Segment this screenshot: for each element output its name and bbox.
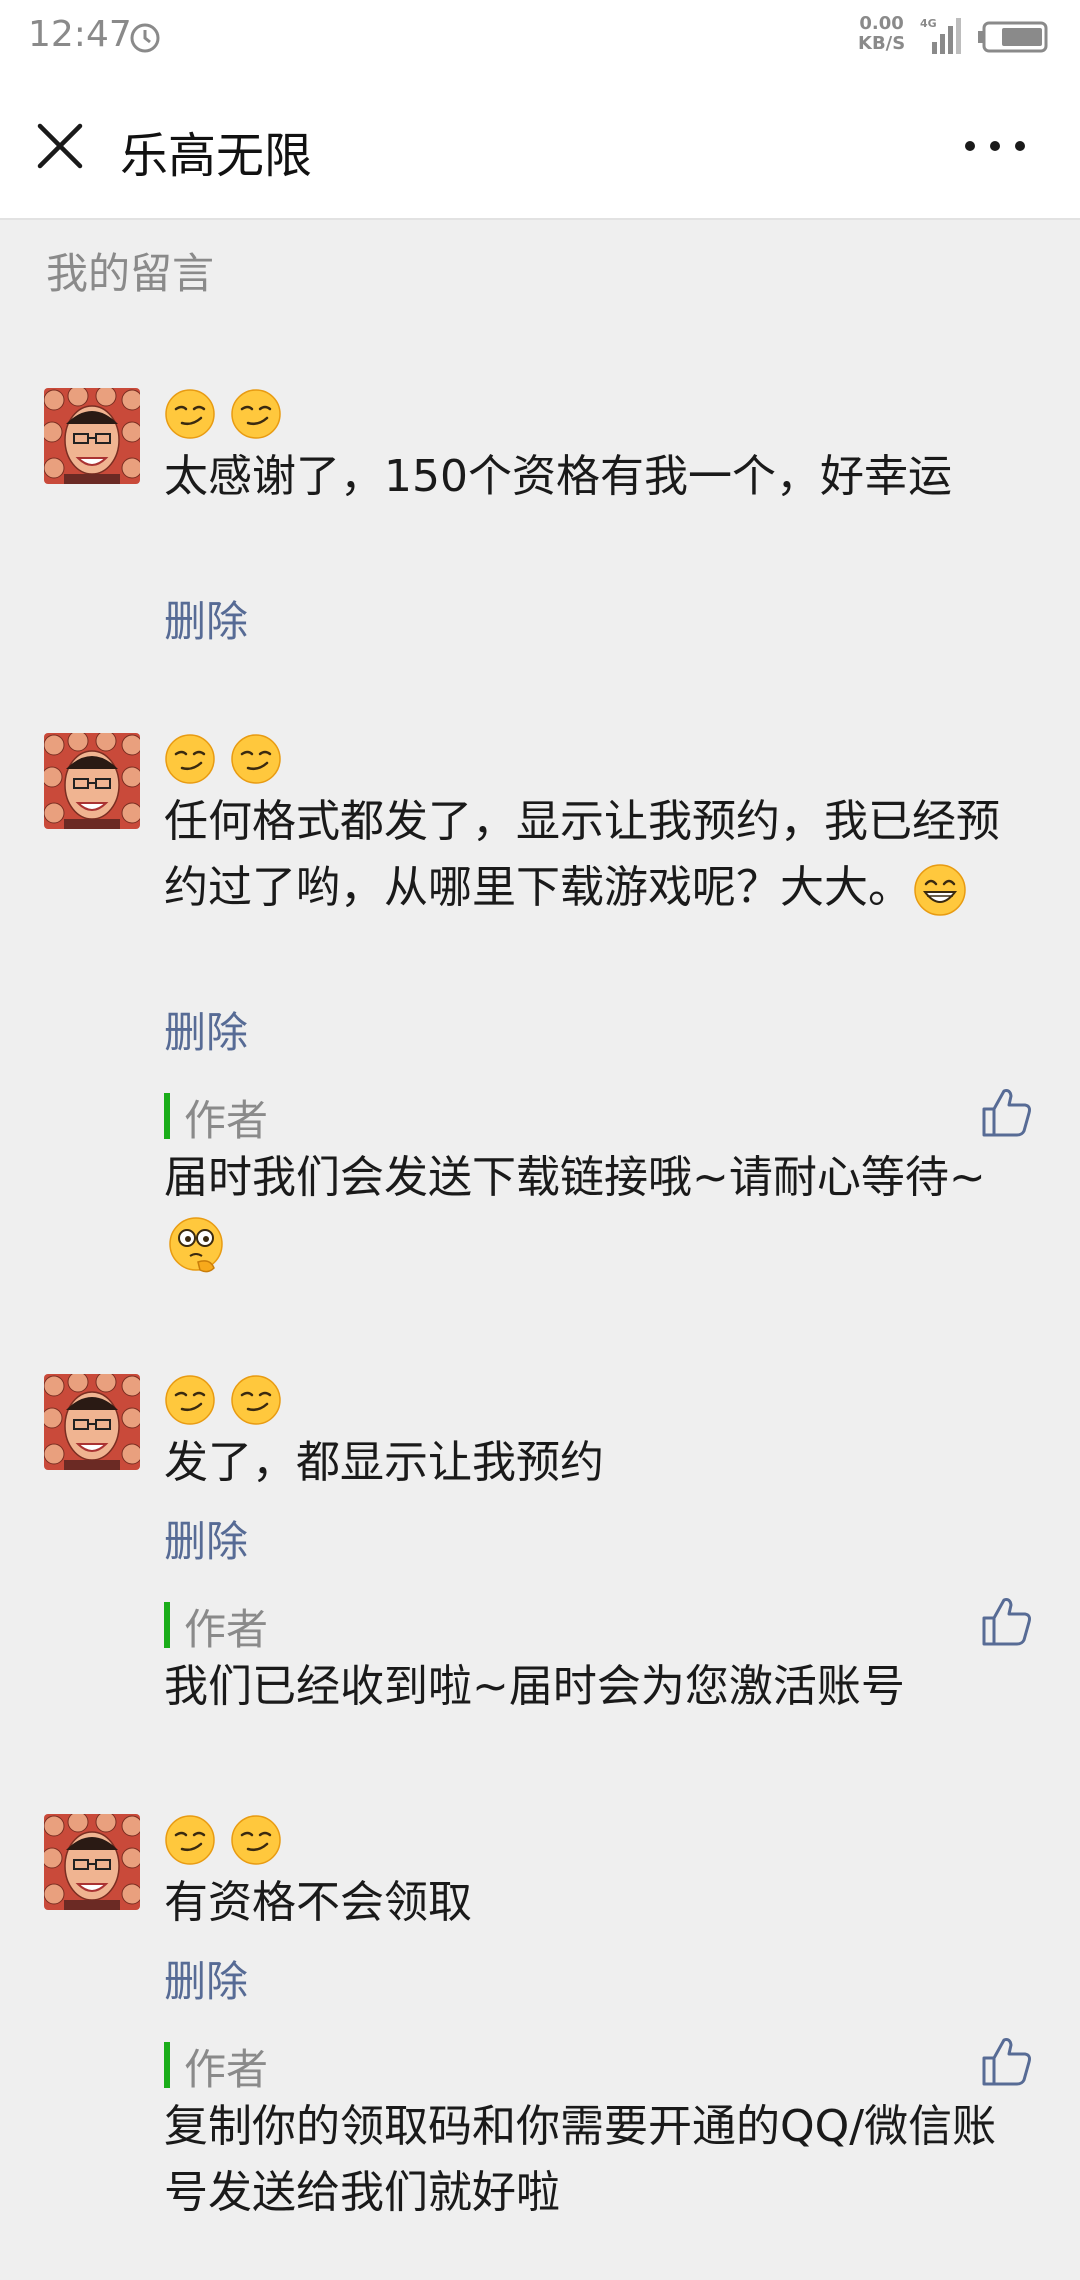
- thumb-up-icon[interactable]: [980, 1594, 1034, 1648]
- close-icon[interactable]: [30, 116, 90, 176]
- comment-text: 任何格式都发了，显示让我预约，我已经预约过了哟，从哪里下载游戏呢？大大。: [164, 789, 1024, 921]
- author-indicator-bar: [164, 2042, 170, 2088]
- emoji-row: [164, 1814, 296, 1870]
- delete-link[interactable]: 删除: [164, 1948, 248, 2009]
- author-indicator-bar: [164, 1093, 170, 1139]
- delete-link[interactable]: 删除: [164, 588, 248, 649]
- smirk-emoji-icon: [230, 1374, 282, 1426]
- comment-text-body: 任何格式都发了，显示让我预约，我已经预约过了哟，从哪里下载游戏呢？大大。: [164, 796, 1000, 913]
- smirk-emoji-icon: [230, 733, 282, 785]
- thumb-up-icon[interactable]: [980, 2034, 1034, 2088]
- alarm-icon: [130, 23, 160, 53]
- status-time: 12:47: [28, 14, 132, 55]
- avatar: [44, 1374, 140, 1470]
- author-reply-body: 届时我们会发送下载链接哦~请耐心等待~: [164, 1152, 986, 1203]
- comment-text: 有资格不会领取: [164, 1877, 472, 1928]
- title-bar: 乐高无限: [0, 76, 1080, 220]
- author-reply-text: 届时我们会发送下载链接哦~请耐心等待~: [164, 1145, 1024, 1278]
- author-reply-text: 复制你的领取码和你需要开通的QQ/微信账号发送给我们就好啦: [164, 2101, 997, 2218]
- author-reply-text: 我们已经收到啦~届时会为您激活账号: [164, 1661, 905, 1712]
- author-indicator-bar: [164, 1602, 170, 1648]
- smirk-emoji-icon: [230, 1814, 282, 1866]
- status-bar: 12:47 0.00 KB/S 4G: [0, 0, 1080, 76]
- page-title: 乐高无限: [120, 128, 313, 184]
- author-label: 作者: [184, 1605, 269, 1654]
- emoji-row: [164, 388, 296, 444]
- comment-text: 太感谢了，150个资格有我一个，好幸运: [164, 451, 952, 502]
- author-label: 作者: [184, 2045, 269, 2094]
- thumb-up-icon[interactable]: [980, 1085, 1034, 1139]
- author-label: 作者: [184, 1096, 269, 1145]
- comment-text: 发了，都显示让我预约: [164, 1437, 604, 1488]
- emoji-row: [164, 1374, 296, 1430]
- battery-icon: [978, 21, 1048, 53]
- section-title: 我的留言: [46, 249, 215, 298]
- more-icon[interactable]: [960, 126, 1030, 166]
- emoji-row: [164, 733, 296, 789]
- delete-link[interactable]: 删除: [164, 1508, 248, 1569]
- net-speed-value: 0.00: [859, 13, 904, 34]
- signal-icon: 4G: [920, 17, 961, 54]
- smirk-emoji-icon: [230, 388, 282, 440]
- net-speed: 0.00 KB/S: [858, 14, 905, 54]
- avatar: [44, 1814, 140, 1910]
- grin-emoji-icon: [914, 864, 966, 916]
- network-type: 4G: [920, 17, 937, 30]
- thinking-face-emoji-icon: [169, 1217, 223, 1273]
- delete-link[interactable]: 删除: [164, 999, 248, 1060]
- net-speed-unit: KB/S: [858, 33, 906, 54]
- smirk-emoji-icon: [164, 1374, 216, 1426]
- smirk-emoji-icon: [164, 1814, 216, 1866]
- avatar: [44, 733, 140, 829]
- smirk-emoji-icon: [164, 388, 216, 440]
- avatar: [44, 388, 140, 484]
- smirk-emoji-icon: [164, 733, 216, 785]
